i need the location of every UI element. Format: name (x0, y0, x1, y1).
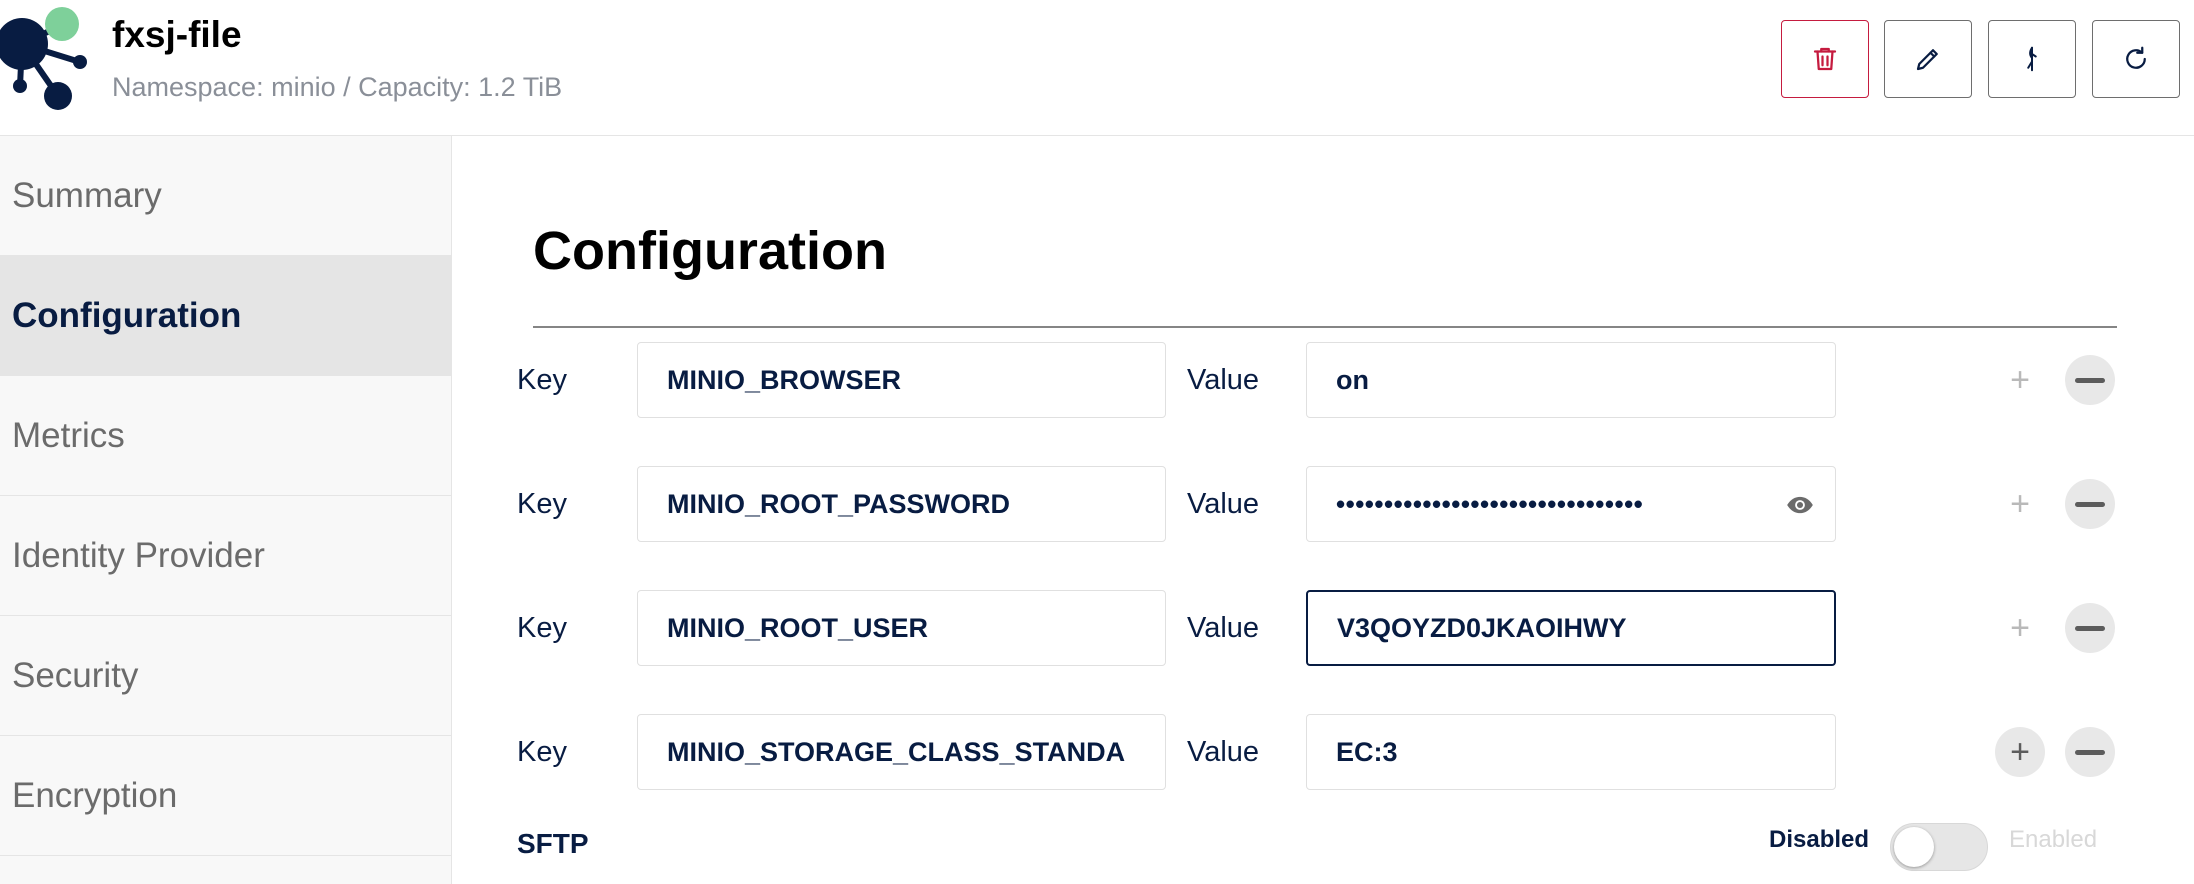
toggle-disabled-label: Disabled (1769, 826, 1870, 853)
show-password-icon[interactable] (1785, 491, 1815, 519)
sidebar-item-summary[interactable]: Summary (0, 136, 451, 256)
config-row: Key MINIO_STORAGE_CLASS_STANDA Value EC:… (0, 714, 2194, 790)
key-label: Key (517, 612, 567, 644)
toggle-enabled-label: Enabled (2009, 826, 2098, 853)
config-row: Key MINIO_BROWSER Value on + (0, 342, 2194, 418)
value-label: Value (1187, 612, 1260, 644)
page-title: Configuration (533, 221, 887, 281)
add-row-button[interactable]: + (1995, 603, 2045, 653)
domains-button[interactable] (1988, 20, 2076, 98)
config-key-input[interactable]: MINIO_BROWSER (637, 342, 1166, 418)
trash-icon (1813, 47, 1837, 71)
key-label: Key (517, 488, 567, 520)
config-key-input[interactable]: MINIO_ROOT_USER (637, 590, 1166, 666)
config-value-input[interactable]: on (1306, 342, 1836, 418)
remove-row-button[interactable] (2065, 479, 2115, 529)
config-value-password-input[interactable]: •••••••••••••••••••••••••••••••• (1306, 466, 1836, 542)
value-label: Value (1187, 488, 1260, 520)
remove-row-button[interactable] (2065, 603, 2115, 653)
minus-icon (2075, 625, 2105, 631)
domain-icon (2027, 46, 2037, 72)
config-key-input[interactable]: MINIO_ROOT_PASSWORD (637, 466, 1166, 542)
toggle-knob (1894, 827, 1934, 867)
title-divider (533, 326, 2117, 328)
minus-icon (2075, 749, 2105, 755)
config-value-input[interactable]: EC:3 (1306, 714, 1836, 790)
edit-button[interactable] (1884, 20, 1972, 98)
page-header: fxsj-file Namespace: minio / Capacity: 1… (0, 0, 2194, 136)
sftp-label: SFTP (517, 828, 589, 859)
minus-icon (2075, 377, 2105, 383)
key-label: Key (517, 364, 567, 396)
tenant-logo (0, 7, 87, 110)
password-mask: •••••••••••••••••••••••••••••••• (1336, 488, 1644, 519)
key-label: Key (517, 736, 567, 768)
refresh-icon (2126, 46, 2146, 69)
add-row-button[interactable]: + (1995, 727, 2045, 777)
minus-icon (2075, 501, 2105, 507)
config-row: Key MINIO_ROOT_USER Value V3QOYZD0JKAOIH… (0, 590, 2194, 666)
tenant-subtitle: Namespace: minio / Capacity: 1.2 TiB (112, 72, 563, 102)
refresh-button[interactable] (2092, 20, 2180, 98)
config-key-input[interactable]: MINIO_STORAGE_CLASS_STANDA (637, 714, 1166, 790)
config-row: Key MINIO_ROOT_PASSWORD Value ••••••••••… (0, 466, 2194, 542)
remove-row-button[interactable] (2065, 355, 2115, 405)
tenant-name: fxsj-file (112, 14, 242, 55)
config-value-input[interactable]: V3QOYZD0JKAOIHWY (1306, 590, 1836, 666)
delete-button[interactable] (1781, 20, 1869, 98)
value-label: Value (1187, 736, 1260, 768)
sftp-toggle[interactable] (1890, 823, 1988, 871)
remove-row-button[interactable] (2065, 727, 2115, 777)
value-label: Value (1187, 364, 1260, 396)
add-row-button[interactable]: + (1995, 479, 2045, 529)
pencil-icon (1916, 49, 1938, 71)
add-row-button[interactable]: + (1995, 355, 2045, 405)
